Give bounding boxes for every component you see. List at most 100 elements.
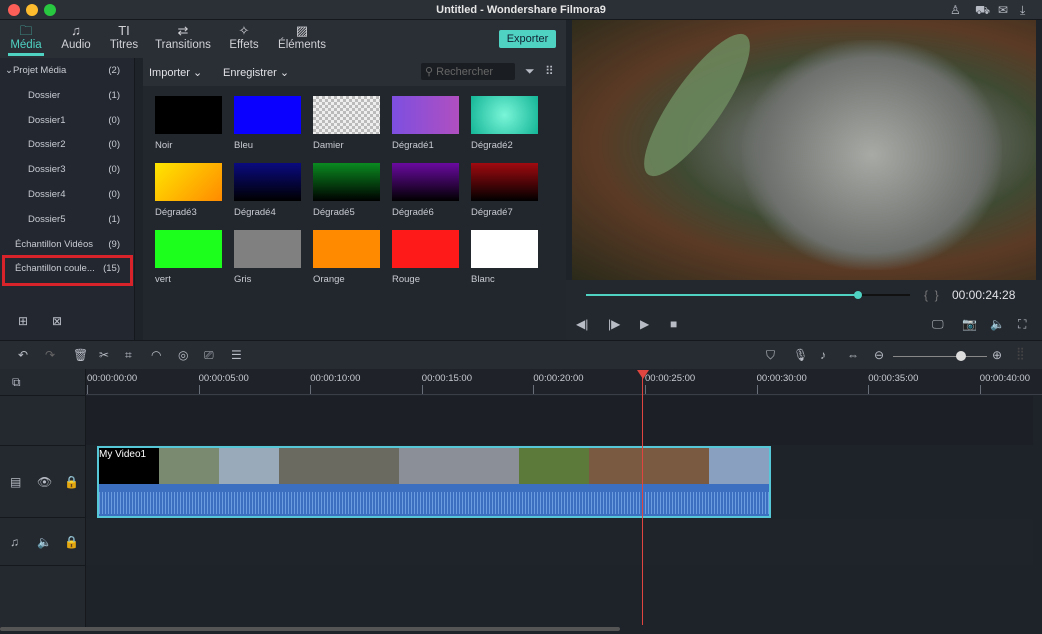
filter-icon[interactable]: ⏷ [525, 64, 535, 79]
sidebar-item[interactable]: Dossier5 (1) [0, 207, 135, 232]
color-swatch[interactable] [392, 96, 459, 134]
zoom-slider-handle[interactable] [955, 351, 966, 361]
download-icon[interactable]: ⤓ [1020, 3, 1025, 18]
ruler-label: 00:00:00:00 [87, 373, 138, 384]
color-swatch[interactable] [313, 163, 380, 201]
play-icon[interactable]: ▶ [640, 317, 649, 331]
crop-icon[interactable]: ⌗ [125, 348, 132, 363]
lock-icon[interactable]: 🔒 [64, 535, 79, 549]
sidebar-item[interactable]: Dossier4 (0) [0, 182, 135, 207]
ruler-label: 00:00:20:00 [533, 373, 584, 384]
swatch-label: Dégradé7 [471, 207, 513, 218]
redo-icon[interactable]: ↷ [45, 348, 55, 362]
snapshot-icon[interactable]: 📷 [962, 317, 977, 331]
voiceover-icon[interactable]: ♪ [820, 348, 826, 362]
lock-icon[interactable]: 🔒 [64, 475, 79, 489]
window-title: Untitled - Wondershare Filmora9 [436, 4, 606, 16]
prev-frame-icon[interactable]: ◀| [576, 317, 588, 331]
sidebar-item-label: Projet Média [12, 65, 67, 76]
add-track-icon[interactable]: ⧉ [12, 375, 21, 390]
color-swatch[interactable] [313, 96, 380, 134]
divider [0, 445, 86, 446]
swatch-label: Noir [155, 140, 173, 151]
audio-waveform [99, 492, 769, 514]
import-dropdown[interactable]: Importer ⌄ [149, 66, 202, 79]
fit-icon[interactable]: ⇔ [847, 348, 859, 362]
display-settings-icon[interactable]: 🖵 [932, 317, 944, 332]
audio-track [86, 519, 1033, 565]
sidebar-item[interactable]: Dossier2 (0) [0, 132, 135, 157]
color-swatch[interactable] [392, 230, 459, 268]
tab-label: Titres [109, 39, 139, 51]
ruler-label: 00:00:05:00 [198, 373, 249, 384]
mark-in-out-icon[interactable]: { } [924, 288, 939, 302]
sidebar-item-label: Échantillon Vidéos [15, 238, 93, 250]
eye-icon[interactable]: 👁 [37, 475, 52, 489]
playhead[interactable] [637, 370, 649, 625]
color-icon[interactable]: ◎ [178, 348, 188, 362]
panel-grip-icon[interactable]: ⣿ [1016, 346, 1025, 360]
swatch-label: Dégradé6 [392, 207, 434, 218]
tab-audio[interactable]: ♫ Audio [60, 22, 92, 51]
playhead-handle[interactable] [637, 370, 649, 379]
microphone-icon[interactable]: 🎙 [793, 348, 808, 362]
search-input[interactable]: ⚲ Rechercher [421, 63, 515, 80]
speed-icon[interactable]: ◠ [151, 348, 161, 362]
sidebar-item[interactable]: Échantillon Vidéos (9) [0, 232, 135, 257]
tab-titles[interactable]: TI Titres [108, 22, 140, 51]
timeline-toolbar: ↶ ↷ 🗑 ✂ ⌗ ◠ ◎ ⎚ ☰ ⛉ 🎙 ♪ ⇔ ⊖ ⊕ ⣿ [0, 340, 1042, 369]
tab-transitions[interactable]: ⇄ Transitions [154, 22, 212, 51]
fullscreen-icon[interactable]: ⛶ [1018, 317, 1026, 332]
sidebar-item[interactable]: Dossier1 (0) [0, 108, 135, 133]
delete-folder-icon[interactable]: ⊠ [52, 314, 62, 328]
mail-icon[interactable]: ✉ [998, 3, 1008, 17]
timeline-scrollbar[interactable] [0, 627, 620, 631]
color-swatch[interactable] [392, 163, 459, 201]
marker-icon[interactable]: ⛉ [766, 348, 775, 363]
new-folder-icon[interactable]: ⊞ [18, 314, 28, 328]
color-swatch[interactable] [155, 230, 222, 268]
zoom-slider[interactable] [893, 356, 987, 357]
sidebar-item-label: Dossier1 [28, 114, 66, 126]
speaker-icon[interactable]: 🔈 [37, 535, 52, 549]
ruler-tick [87, 385, 88, 394]
play-frame-icon[interactable]: |▶ [608, 317, 620, 331]
timeline-ruler[interactable]: 00:00:00:00 00:00:05:00 00:00:10:00 00:00:1… [86, 369, 1042, 395]
undo-icon[interactable]: ↶ [18, 348, 28, 362]
grid-view-icon[interactable]: ⠿ [545, 64, 554, 78]
green-screen-icon[interactable]: ⎚ [204, 348, 214, 363]
color-swatch[interactable] [234, 96, 301, 134]
color-swatch[interactable] [234, 230, 301, 268]
color-swatch[interactable] [471, 230, 538, 268]
account-icon[interactable]: ♙ [950, 3, 961, 17]
search-placeholder: Rechercher [436, 66, 493, 78]
stop-icon[interactable]: ■ [670, 317, 677, 331]
record-dropdown[interactable]: Enregistrer ⌄ [223, 66, 289, 79]
swatch-label: Dégradé2 [471, 140, 513, 151]
sidebar-item[interactable]: Dossier (1) [0, 83, 135, 108]
zoom-out-icon[interactable]: ⊖ [874, 348, 884, 362]
sidebar-item[interactable]: Dossier3 (0) [0, 157, 135, 182]
video-clip[interactable]: My Video1 [97, 446, 771, 518]
color-swatch[interactable] [471, 163, 538, 201]
color-swatch[interactable] [234, 163, 301, 201]
tab-media[interactable]: 🗀 Média [8, 22, 44, 56]
sidebar-item[interactable]: ⌄Projet Média (2) [0, 58, 135, 83]
color-swatch[interactable] [313, 230, 380, 268]
progress-handle[interactable] [854, 291, 863, 299]
volume-icon[interactable]: 🔈 [990, 317, 1005, 331]
cut-icon[interactable]: ✂ [99, 348, 109, 362]
ruler-tick [868, 385, 870, 394]
export-button[interactable]: Exporter [499, 30, 556, 48]
color-swatch[interactable] [471, 96, 538, 134]
delete-icon[interactable]: 🗑 [73, 348, 88, 362]
adjust-icon[interactable]: ☰ [231, 348, 242, 362]
tab-effects[interactable]: ✧ Effets [228, 22, 260, 51]
tab-elements[interactable]: ▨ Éléments [278, 22, 326, 51]
color-swatch[interactable] [155, 96, 222, 134]
cart-icon[interactable]: ⛟ [975, 3, 990, 19]
sidebar-item-label: Dossier [28, 89, 61, 101]
color-swatch[interactable] [155, 163, 222, 201]
zoom-in-icon[interactable]: ⊕ [992, 348, 1002, 362]
ruler-tick [645, 385, 646, 394]
